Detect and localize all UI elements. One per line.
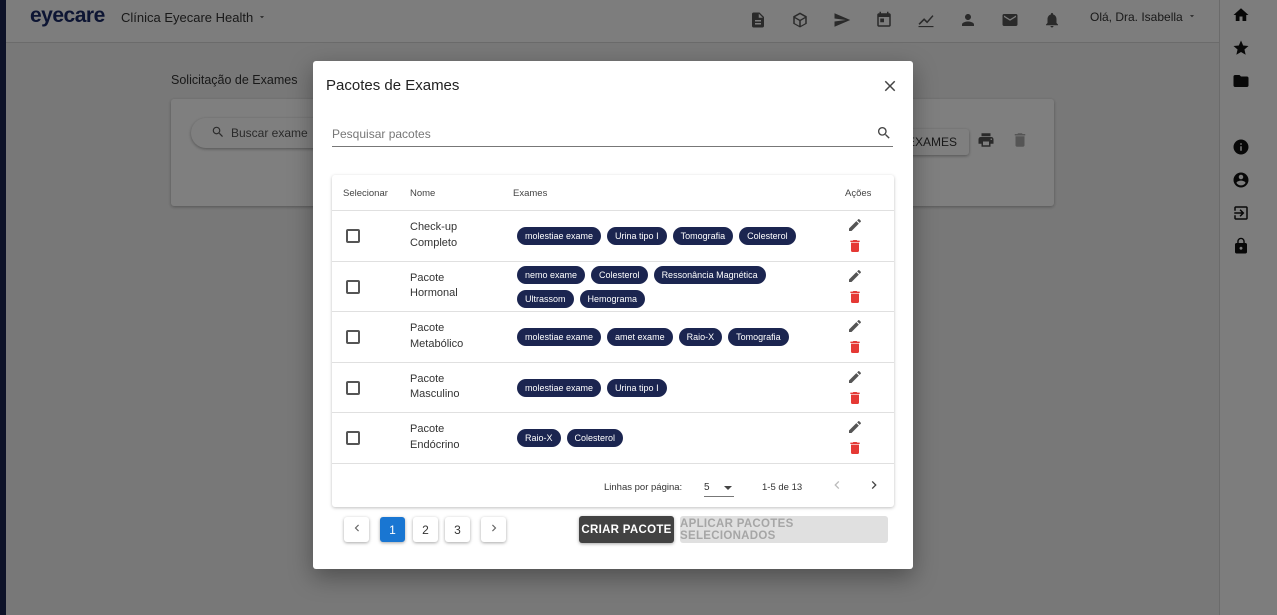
column-header-actions: Ações — [845, 188, 872, 199]
apply-selected-packages-button[interactable]: APLICAR PACOTES SELECIONADOS — [680, 516, 888, 543]
exam-chip: Colesterol — [566, 429, 624, 447]
package-name: Check-up Completo — [410, 221, 458, 249]
rows-per-page-value: 5 — [704, 482, 710, 493]
chevron-left-icon — [350, 521, 364, 538]
select-checkbox[interactable] — [346, 380, 360, 395]
package-name: Pacote Masculino — [410, 372, 460, 401]
exam-chip: Ressonância Magnética — [653, 265, 766, 284]
page-range: 1-5 de 13 — [762, 482, 803, 493]
rows-per-page-label: Linhas por página: — [604, 482, 683, 493]
chevron-left-icon[interactable] — [829, 477, 845, 493]
edit-icon[interactable] — [847, 268, 863, 284]
chevron-right-icon — [487, 521, 501, 538]
next-page-button[interactable] — [481, 517, 506, 542]
prev-page-button[interactable] — [344, 517, 369, 542]
table-header: Selecionar Nome Exames Ações — [332, 175, 894, 211]
table-row: Check-up Completo molestiae exame Urina … — [332, 211, 894, 262]
exam-chip: molestiae exame — [517, 378, 602, 397]
exam-chips: nemo exame Colesterol Ressonância Magnét… — [517, 265, 817, 308]
edit-icon[interactable] — [847, 419, 863, 435]
delete-icon[interactable] — [847, 390, 863, 406]
exam-chip: Urina tipo I — [607, 378, 667, 397]
package-search-input[interactable] — [332, 125, 862, 143]
rows-per-page-select[interactable]: 5 — [704, 475, 734, 497]
table-row: Pacote Hormonal nemo exame Colesterol Re… — [332, 262, 894, 312]
edit-icon[interactable] — [847, 217, 863, 233]
column-header-name: Nome — [410, 188, 436, 199]
exam-chip: Tomografia — [728, 328, 789, 346]
exam-chip: Colesterol — [739, 227, 796, 245]
exam-chip: molestiae exame — [517, 227, 602, 245]
column-header-exams: Exames — [513, 188, 548, 199]
exam-chip: nemo exame — [517, 265, 586, 284]
delete-icon[interactable] — [847, 289, 863, 305]
dialog-title: Pacotes de Exames — [326, 77, 460, 94]
packages-dialog: Pacotes de Exames Selecionar Nome Exames… — [313, 61, 913, 569]
delete-icon[interactable] — [847, 440, 863, 456]
delete-icon[interactable] — [847, 339, 863, 355]
table-row: Pacote Metabólico molestiae exame amet e… — [332, 312, 894, 363]
exam-chips: molestiae exame Urina tipo I — [517, 378, 817, 397]
package-name: Pacote Metabólico — [410, 322, 464, 350]
edit-icon[interactable] — [847, 318, 863, 334]
page-button-1[interactable]: 1 — [380, 517, 405, 542]
package-name: Pacote Endócrino — [410, 423, 460, 451]
exam-chips: Raio-X Colesterol — [517, 429, 817, 447]
exam-chip: Raio-X — [517, 429, 561, 447]
table-pagination: Linhas por página: 5 1-5 de 13 — [332, 465, 894, 507]
exam-chips: molestiae exame amet exame Raio-X Tomogr… — [517, 328, 817, 346]
table-row: Pacote Masculino molestiae exame Urina t… — [332, 363, 894, 413]
select-checkbox[interactable] — [346, 279, 360, 294]
package-search-field — [332, 121, 893, 147]
chevron-right-icon[interactable] — [866, 477, 882, 493]
edit-icon[interactable] — [847, 369, 863, 385]
page-button-2[interactable]: 2 — [413, 517, 438, 542]
exam-chip: Urina tipo I — [607, 227, 667, 245]
column-header-select: Selecionar — [343, 188, 388, 199]
delete-icon[interactable] — [847, 238, 863, 254]
select-checkbox[interactable] — [346, 229, 360, 243]
select-checkbox[interactable] — [346, 330, 360, 344]
close-icon[interactable] — [881, 77, 899, 95]
exam-chip: Ultrassom — [517, 289, 574, 308]
package-name: Pacote Hormonal — [410, 271, 458, 300]
table-row: Pacote Endócrino Raio-X Colesterol — [332, 413, 894, 464]
page-button-3[interactable]: 3 — [445, 517, 470, 542]
select-checkbox[interactable] — [346, 431, 360, 445]
exam-chips: molestiae exame Urina tipo I Tomografia … — [517, 227, 817, 245]
exam-chip: molestiae exame — [517, 328, 602, 346]
exam-chip: Tomografia — [672, 227, 734, 245]
exam-chip: amet exame — [607, 328, 673, 346]
packages-table: Selecionar Nome Exames Ações Check-up Co… — [332, 175, 894, 507]
search-icon[interactable] — [876, 125, 892, 141]
create-package-button[interactable]: CRIAR PACOTE — [579, 516, 674, 543]
caret-down-icon — [724, 486, 732, 490]
exam-chip: Hemograma — [579, 289, 646, 308]
exam-chip: Raio-X — [678, 328, 723, 346]
exam-chip: Colesterol — [591, 265, 648, 284]
